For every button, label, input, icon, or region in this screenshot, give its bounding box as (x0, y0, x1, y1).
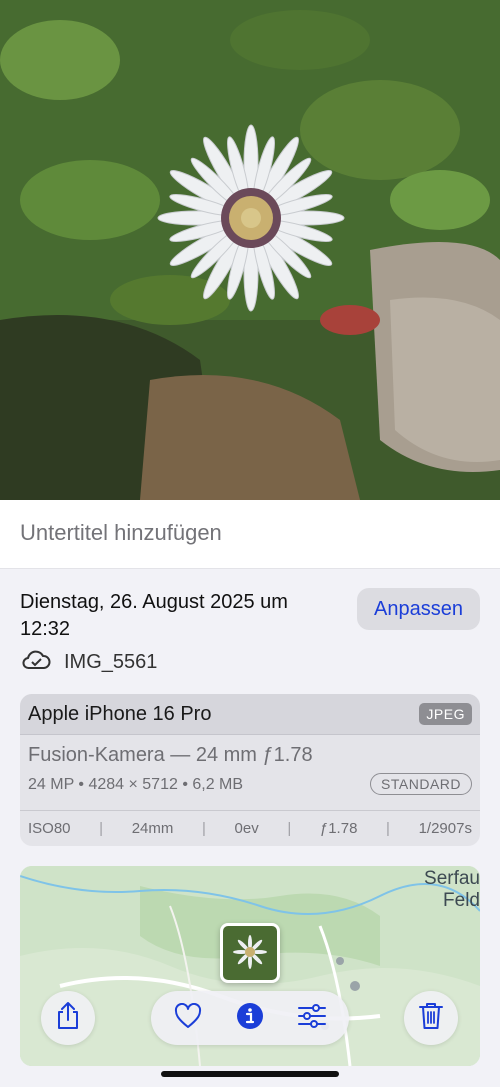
camera-model: Apple iPhone 16 Pro (28, 702, 212, 725)
exif-separator: | (386, 820, 390, 837)
trash-icon (418, 1001, 444, 1036)
home-indicator[interactable] (161, 1071, 339, 1077)
exif-row: ISO80 | 24mm | 0ev | ƒ1.78 | 1/2907s (20, 810, 480, 846)
camera-info-card: Apple iPhone 16 Pro JPEG Fusion-Kamera —… (20, 694, 480, 846)
photo-image (0, 0, 500, 500)
share-icon (54, 1001, 82, 1036)
map-place-label: Serfau (424, 868, 480, 889)
exif-focal-length: 24mm (131, 820, 174, 837)
info-icon (236, 1002, 264, 1035)
adjust-icon (297, 1003, 327, 1034)
lens-info: Fusion-Kamera — 24 mm ƒ1.78 (28, 744, 313, 766)
map-photo-thumbnail[interactable] (220, 923, 280, 983)
caption-field[interactable]: Untertitel hinzufügen (0, 500, 500, 569)
image-specs: 24 MP • 4284 × 5712 • 6,2 MB (28, 776, 244, 793)
capture-date-line2: 12:32 (20, 618, 71, 640)
heart-icon (174, 1002, 202, 1034)
action-pill (151, 991, 349, 1045)
mode-badge: STANDARD (370, 773, 472, 795)
adjust-button[interactable]: Anpassen (357, 588, 480, 630)
exif-shutter: 1/2907s (418, 820, 472, 837)
map-place-label: Feld (443, 890, 480, 911)
caption-placeholder: Untertitel hinzufügen (20, 520, 222, 545)
delete-button[interactable] (404, 991, 458, 1045)
exif-separator: | (99, 820, 104, 837)
capture-date-line1: Dienstag, 26. August 2025 um (20, 591, 288, 613)
exif-separator: | (287, 820, 292, 837)
info-button[interactable] (223, 991, 277, 1045)
share-button[interactable] (41, 991, 95, 1045)
format-badge: JPEG (419, 703, 472, 725)
icloud-icon (20, 648, 52, 677)
file-row: IMG_5561 (20, 649, 157, 675)
exif-separator: | (202, 820, 206, 837)
favorite-button[interactable] (161, 991, 215, 1045)
photo[interactable] (0, 0, 500, 500)
capture-date: Dienstag, 26. August 2025 um 12:32 (20, 589, 340, 643)
exif-iso: ISO80 (28, 820, 71, 837)
edit-button[interactable] (285, 991, 339, 1045)
file-name: IMG_5561 (64, 650, 158, 673)
exif-aperture: ƒ1.78 (319, 820, 358, 837)
exif-exposure-value: 0ev (234, 820, 259, 837)
